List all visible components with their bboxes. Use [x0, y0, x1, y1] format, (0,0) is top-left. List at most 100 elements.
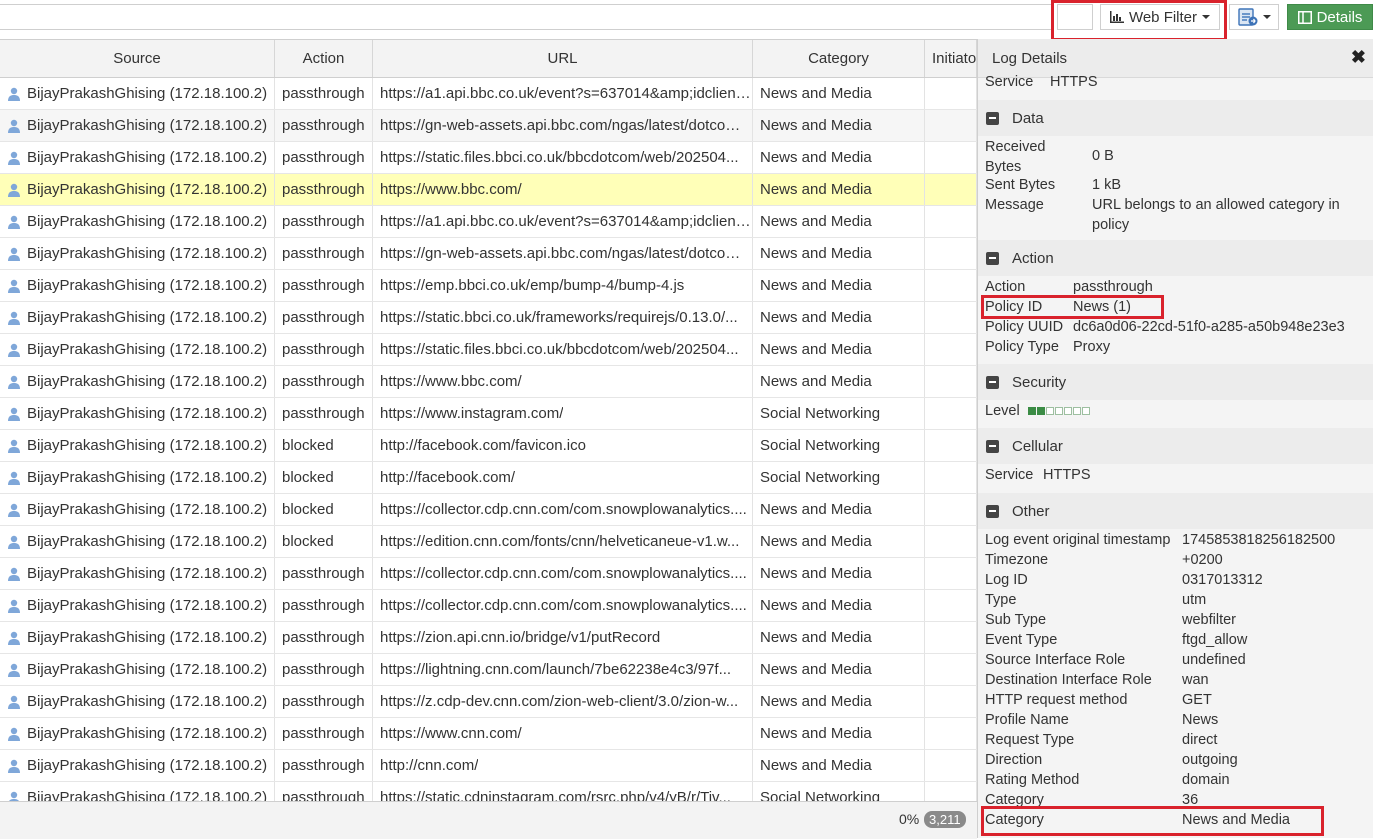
search-input[interactable] [0, 4, 1053, 30]
detail-value: webfilter [1182, 612, 1236, 628]
table-row[interactable]: BijayPrakashGhising (172.18.100.2) passth… [0, 654, 977, 686]
cell-action: blocked [275, 462, 373, 493]
user-icon [8, 503, 20, 517]
user-icon [8, 759, 20, 773]
cell-category: News and Media [753, 686, 925, 717]
table-row[interactable]: BijayPrakashGhising (172.18.100.2) blocke… [0, 462, 977, 494]
cell-initiator [925, 174, 977, 205]
table-row[interactable]: BijayPrakashGhising (172.18.100.2) passth… [0, 558, 977, 590]
section-title: Security [1012, 373, 1067, 391]
section-security-header[interactable]: Security [978, 364, 1373, 400]
table-header: Source Action URL Category Initiato [0, 40, 977, 78]
table-row[interactable]: BijayPrakashGhising (172.18.100.2) passth… [0, 398, 977, 430]
export-dropdown[interactable] [1229, 4, 1279, 30]
cell-action: passthrough [275, 686, 373, 717]
cell-category: News and Media [753, 526, 925, 557]
cell-initiator [925, 110, 977, 141]
collapse-icon [986, 375, 999, 389]
table-row[interactable]: BijayPrakashGhising (172.18.100.2) passth… [0, 206, 977, 238]
detail-label: Received Bytes [985, 139, 1046, 175]
table-row[interactable]: BijayPrakashGhising (172.18.100.2) passth… [0, 750, 977, 782]
section-title: Action [1012, 249, 1054, 267]
table-row[interactable]: BijayPrakashGhising (172.18.100.2) passth… [0, 590, 977, 622]
table-row[interactable]: BijayPrakashGhising (172.18.100.2) passth… [0, 302, 977, 334]
cell-url: https://static.cdninstagram.com/rsrc.php… [373, 782, 753, 802]
detail-value: utm [1182, 592, 1207, 608]
table-row[interactable]: BijayPrakashGhising (172.18.100.2) passth… [0, 270, 977, 302]
cell-action: passthrough [275, 718, 373, 749]
table-row[interactable]: BijayPrakashGhising (172.18.100.2) blocke… [0, 430, 977, 462]
section-action-header[interactable]: Action [978, 240, 1373, 276]
details-button[interactable]: Details [1287, 4, 1373, 30]
table-row[interactable]: BijayPrakashGhising (172.18.100.2) passth… [0, 334, 977, 366]
cell-action: blocked [275, 430, 373, 461]
detail-value: URL belongs to an allowed category in po… [1092, 197, 1340, 233]
cell-source: BijayPrakashGhising (172.18.100.2) [0, 398, 275, 429]
cell-category: News and Media [753, 334, 925, 365]
table-row[interactable]: BijayPrakashGhising (172.18.100.2) passth… [0, 174, 977, 206]
cell-url: http://cnn.com/ [373, 750, 753, 781]
table-row[interactable]: BijayPrakashGhising (172.18.100.2) passth… [0, 78, 977, 110]
table-row[interactable]: BijayPrakashGhising (172.18.100.2) passth… [0, 238, 977, 270]
filter-input[interactable] [1057, 4, 1093, 30]
detail-label: Policy Type [985, 339, 1059, 355]
cell-category: Social Networking [753, 782, 925, 802]
table-row[interactable]: BijayPrakashGhising (172.18.100.2) blocke… [0, 494, 977, 526]
cell-source: BijayPrakashGhising (172.18.100.2) [0, 590, 275, 621]
detail-value: 36 [1182, 792, 1199, 808]
detail-value: direct [1182, 732, 1218, 748]
cell-action: passthrough [275, 398, 373, 429]
cell-initiator [925, 398, 977, 429]
table-row[interactable]: BijayPrakashGhising (172.18.100.2) passth… [0, 366, 977, 398]
table-row[interactable]: BijayPrakashGhising (172.18.100.2) passth… [0, 718, 977, 750]
cell-initiator [925, 750, 977, 781]
detail-label: Direction [985, 752, 1043, 768]
table-row[interactable]: BijayPrakashGhising (172.18.100.2) passth… [0, 110, 977, 142]
cell-action: blocked [275, 526, 373, 557]
cell-category: News and Media [753, 302, 925, 333]
cell-initiator [925, 238, 977, 269]
column-header-url[interactable]: URL [373, 40, 753, 77]
columns-icon [1297, 10, 1312, 24]
detail-value: News [1182, 712, 1219, 728]
user-icon [8, 151, 20, 165]
table-row[interactable]: BijayPrakashGhising (172.18.100.2) passth… [0, 622, 977, 654]
detail-label: Level [985, 403, 1020, 419]
cell-initiator [925, 78, 977, 109]
column-header-initiator[interactable]: Initiato [925, 40, 977, 77]
cell-category: News and Media [753, 110, 925, 141]
column-header-source[interactable]: Source [0, 40, 275, 77]
detail-value: HTTPS [1043, 467, 1091, 483]
section-other-header[interactable]: Other [978, 493, 1373, 529]
detail-value: Proxy [1073, 339, 1111, 355]
cell-source: BijayPrakashGhising (172.18.100.2) [0, 750, 275, 781]
section-data-header[interactable]: Data [978, 100, 1373, 136]
cell-source: BijayPrakashGhising (172.18.100.2) [0, 238, 275, 269]
column-header-action[interactable]: Action [275, 40, 373, 77]
cell-source: BijayPrakashGhising (172.18.100.2) [0, 206, 275, 237]
cell-action: blocked [275, 494, 373, 525]
table-row[interactable]: BijayPrakashGhising (172.18.100.2) blocke… [0, 526, 977, 558]
cell-category: News and Media [753, 270, 925, 301]
cell-source: BijayPrakashGhising (172.18.100.2) [0, 430, 275, 461]
column-header-category[interactable]: Category [753, 40, 925, 77]
progress-percent: 0% [899, 811, 920, 827]
cell-category: News and Media [753, 238, 925, 269]
cell-action: passthrough [275, 302, 373, 333]
detail-label: Log event original timestamp [985, 532, 1171, 548]
cell-initiator [925, 782, 977, 802]
web-filter-dropdown[interactable]: Web Filter [1100, 4, 1220, 30]
table-row[interactable]: BijayPrakashGhising (172.18.100.2) passth… [0, 142, 977, 174]
cell-action: passthrough [275, 110, 373, 141]
log-count-badge: 3,211 [924, 811, 966, 828]
detail-label: Event Type [985, 632, 1058, 648]
table-row[interactable]: BijayPrakashGhising (172.18.100.2) passth… [0, 686, 977, 718]
detail-label: Sub Type [985, 612, 1047, 628]
section-cellular-header[interactable]: Cellular [978, 428, 1373, 464]
level-segment [1046, 407, 1054, 415]
table-row[interactable]: BijayPrakashGhising (172.18.100.2) passth… [0, 782, 977, 802]
cell-url: https://www.bbc.com/ [373, 174, 753, 205]
close-icon[interactable]: ✖ [1351, 47, 1366, 68]
cell-source: BijayPrakashGhising (172.18.100.2) [0, 686, 275, 717]
user-icon [8, 663, 20, 677]
